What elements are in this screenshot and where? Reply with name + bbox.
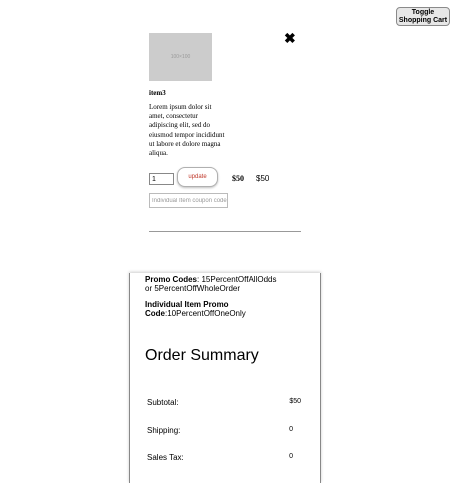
subtotal-value: $50	[289, 398, 301, 405]
item-promo-label-line2: Code	[145, 309, 165, 318]
subtotal-label: Subtotal:	[147, 398, 179, 407]
item-name: item3	[149, 89, 166, 97]
item-promo-value: :10PercentOffOneOnly	[165, 309, 246, 318]
unit-price: $50	[232, 174, 244, 183]
toggle-shopping-cart-button[interactable]: Toggle Shopping Cart	[396, 7, 450, 26]
promo-codes-text: Promo Codes: 15PercentOffAllOdds or 5Per…	[145, 275, 285, 293]
toggle-label-line2: Shopping Cart	[398, 17, 448, 24]
sales-tax-value: 0	[289, 453, 293, 460]
item-coupon-input[interactable]	[149, 193, 228, 208]
product-image: 100×100	[149, 33, 212, 81]
item-promo-text: Individual Item Promo Code:10PercentOffOn…	[145, 300, 285, 318]
quantity-input[interactable]	[149, 173, 174, 185]
sales-tax-label: Sales Tax:	[147, 453, 184, 462]
line-total: $50	[256, 174, 270, 183]
toggle-label-line1: Toggle	[411, 9, 435, 16]
item-promo-label-line1: Individual Item Promo	[145, 300, 229, 309]
update-button[interactable]: update	[177, 167, 218, 187]
promo-codes-label: Promo Codes	[145, 275, 198, 284]
remove-item-close-icon[interactable]: ✖	[284, 31, 296, 45]
image-placeholder-text: 100×100	[170, 54, 191, 60]
item-divider	[149, 231, 301, 232]
shipping-label: Shipping:	[147, 426, 181, 435]
shipping-value: 0	[289, 426, 293, 433]
item-description: Lorem ipsum dolor sit amet, consectetur …	[149, 103, 225, 158]
order-summary-title: Order Summary	[145, 347, 259, 364]
